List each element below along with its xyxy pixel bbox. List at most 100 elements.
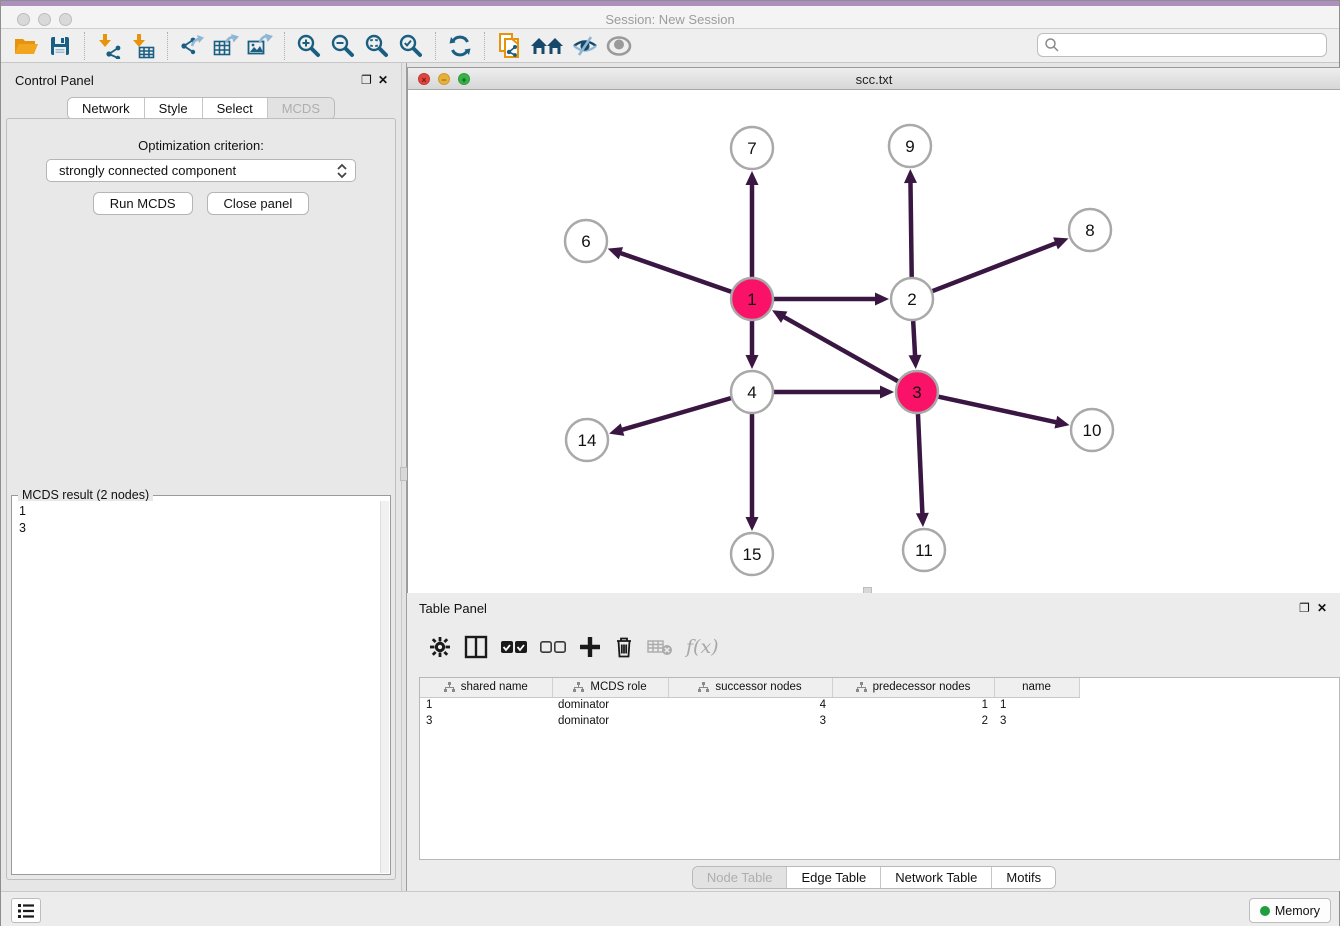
optimization-criterion-dropdown[interactable]: strongly connected component bbox=[46, 159, 356, 182]
zoom-in-button[interactable] bbox=[294, 32, 324, 60]
table-panel: Table Panel ❐ ✕ bbox=[407, 593, 1340, 891]
add-column-button[interactable] bbox=[579, 632, 601, 662]
show-all-views-button[interactable] bbox=[528, 32, 566, 60]
table-float-panel-icon[interactable]: ❐ bbox=[1299, 602, 1310, 614]
import-table-icon bbox=[130, 33, 156, 59]
zoom-out-icon bbox=[330, 33, 356, 59]
export-table-button[interactable] bbox=[211, 32, 241, 60]
zoom-out-button[interactable] bbox=[328, 32, 358, 60]
main-toolbar bbox=[1, 29, 1339, 63]
arrowhead-icon bbox=[608, 247, 623, 259]
gear-icon bbox=[429, 636, 451, 658]
task-list-icon bbox=[17, 903, 35, 919]
table-cell[interactable]: 3 bbox=[994, 713, 1079, 729]
memory-button[interactable]: Memory bbox=[1249, 898, 1331, 923]
column-header-MCDS-role[interactable]: MCDS role bbox=[552, 678, 668, 697]
application-window: Session: New Session bbox=[0, 0, 1340, 926]
column-header-shared-name[interactable]: shared name bbox=[420, 678, 552, 697]
column-header-name[interactable]: name bbox=[994, 678, 1079, 697]
edge-2-8[interactable] bbox=[933, 242, 1059, 291]
tab-style[interactable]: Style bbox=[145, 98, 203, 119]
graph-node-label-8: 8 bbox=[1085, 221, 1094, 240]
zoom-fit-button[interactable] bbox=[362, 32, 392, 60]
unchecked-boxes-icon bbox=[540, 640, 566, 654]
graph-node-label-9: 9 bbox=[905, 137, 914, 156]
node-table[interactable]: shared nameMCDS rolesuccessor nodesprede… bbox=[419, 677, 1340, 860]
open-session-button[interactable] bbox=[11, 32, 41, 60]
mcds-result-text[interactable]: 1 3 bbox=[13, 501, 379, 873]
close-panel-button[interactable]: Close panel bbox=[207, 192, 310, 215]
table-row[interactable]: 1dominator411 bbox=[420, 697, 1079, 713]
network-graph[interactable]: 7968124314101511 bbox=[408, 90, 1340, 593]
column-header-predecessor-nodes[interactable]: predecessor nodes bbox=[832, 678, 994, 697]
table-cell[interactable]: 3 bbox=[420, 713, 552, 729]
table-tab-network-table[interactable]: Network Table bbox=[881, 867, 992, 888]
tab-network[interactable]: Network bbox=[68, 98, 145, 119]
toolbar-separator bbox=[84, 32, 85, 60]
edge-2-9[interactable] bbox=[910, 180, 911, 277]
edge-4-14[interactable] bbox=[620, 398, 731, 430]
result-scrollbar[interactable] bbox=[380, 501, 389, 873]
edge-3-10[interactable] bbox=[938, 397, 1058, 423]
show-graphics-details-button[interactable] bbox=[604, 32, 634, 60]
window-titlebar[interactable]: Session: New Session bbox=[1, 6, 1339, 29]
table-cell[interactable]: 2 bbox=[832, 713, 994, 729]
clone-network-icon bbox=[496, 32, 522, 60]
tab-mcds[interactable]: MCDS bbox=[268, 98, 334, 119]
network-window-titlebar[interactable]: × − + scc.txt bbox=[408, 68, 1340, 90]
table-tab-edge-table[interactable]: Edge Table bbox=[787, 867, 881, 888]
table-cell[interactable]: 3 bbox=[668, 713, 832, 729]
close-panel-icon[interactable]: ✕ bbox=[378, 74, 388, 86]
edge-2-3[interactable] bbox=[913, 321, 915, 358]
graph-node-label-4: 4 bbox=[747, 383, 756, 402]
table-cell[interactable]: 1 bbox=[994, 697, 1079, 713]
table-close-panel-icon[interactable]: ✕ bbox=[1317, 602, 1327, 614]
save-session-button[interactable] bbox=[45, 32, 75, 60]
select-all-columns-button[interactable] bbox=[501, 632, 527, 662]
control-panel-tabs: NetworkStyleSelectMCDS bbox=[1, 97, 401, 120]
table-settings-button[interactable] bbox=[429, 632, 451, 662]
arrowhead-icon bbox=[909, 355, 922, 369]
hierarchy-icon bbox=[444, 682, 455, 693]
clone-network-button[interactable] bbox=[494, 32, 524, 60]
search-input[interactable] bbox=[1060, 35, 1326, 55]
table-cell[interactable]: 1 bbox=[832, 697, 994, 713]
table-cell[interactable]: dominator bbox=[552, 697, 668, 713]
arrowhead-icon bbox=[880, 386, 894, 399]
checked-boxes-icon bbox=[501, 640, 527, 654]
edge-3-1[interactable] bbox=[782, 316, 898, 382]
graph-node-label-2: 2 bbox=[907, 290, 916, 309]
float-panel-icon[interactable]: ❐ bbox=[361, 74, 372, 86]
column-layout-button[interactable] bbox=[464, 632, 488, 662]
table-cell[interactable]: 1 bbox=[420, 697, 552, 713]
export-image-button[interactable] bbox=[245, 32, 275, 60]
graph-node-label-6: 6 bbox=[581, 232, 590, 251]
delete-column-button[interactable] bbox=[614, 632, 634, 662]
search-box[interactable] bbox=[1037, 33, 1327, 57]
table-tabs: Node TableEdge TableNetwork TableMotifs bbox=[407, 866, 1340, 889]
window-title: Session: New Session bbox=[1, 12, 1339, 27]
import-network-button[interactable] bbox=[94, 32, 124, 60]
deselect-all-columns-button[interactable] bbox=[540, 632, 566, 662]
edge-1-6[interactable] bbox=[618, 252, 731, 292]
hide-graphics-details-button[interactable] bbox=[570, 32, 600, 60]
run-mcds-button[interactable]: Run MCDS bbox=[93, 192, 193, 215]
open-folder-icon bbox=[13, 34, 39, 58]
table-cell[interactable]: dominator bbox=[552, 713, 668, 729]
import-table-button[interactable] bbox=[128, 32, 158, 60]
edge-3-11[interactable] bbox=[918, 414, 923, 516]
table-cell[interactable]: 4 bbox=[668, 697, 832, 713]
table-tab-node-table[interactable]: Node Table bbox=[693, 867, 788, 888]
graph-node-label-10: 10 bbox=[1083, 421, 1102, 440]
optimization-criterion-label: Optimization criterion: bbox=[1, 138, 401, 153]
table-tab-motifs[interactable]: Motifs bbox=[992, 867, 1055, 888]
column-header-successor-nodes[interactable]: successor nodes bbox=[668, 678, 832, 697]
table-row[interactable]: 3dominator323 bbox=[420, 713, 1079, 729]
import-network-icon bbox=[96, 33, 122, 59]
apply-layout-button[interactable] bbox=[445, 32, 475, 60]
tab-select[interactable]: Select bbox=[203, 98, 268, 119]
arrowhead-icon bbox=[746, 517, 759, 531]
export-network-button[interactable] bbox=[177, 32, 207, 60]
zoom-selected-button[interactable] bbox=[396, 32, 426, 60]
task-history-button[interactable] bbox=[11, 898, 41, 923]
